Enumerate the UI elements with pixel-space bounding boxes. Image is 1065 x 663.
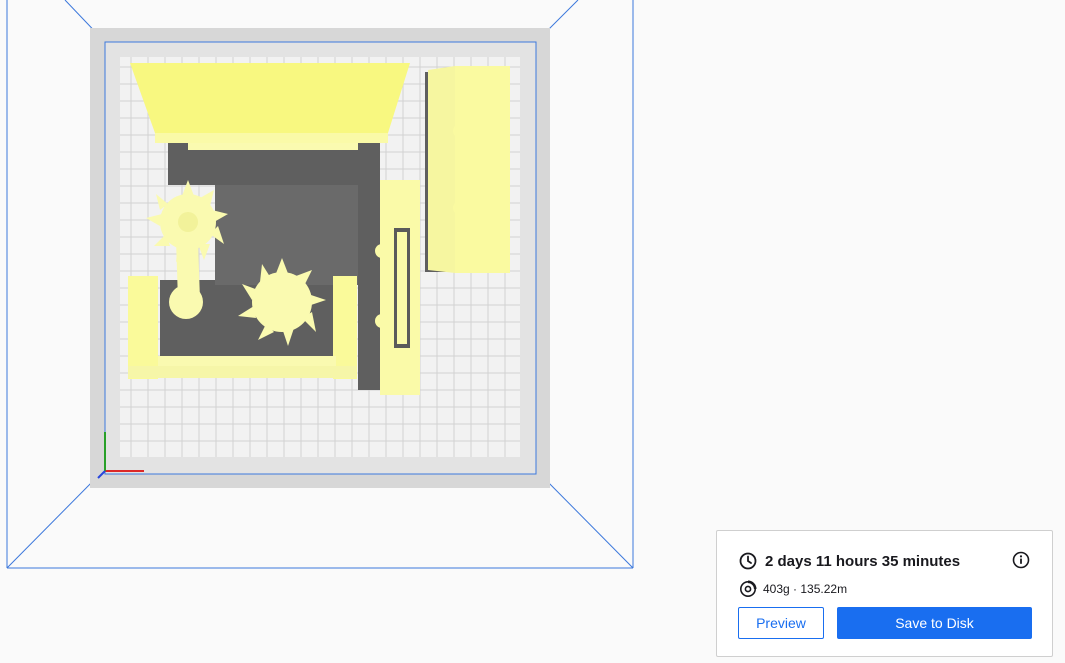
- model-right-slab[interactable]: [428, 66, 510, 273]
- info-icon[interactable]: [1012, 551, 1030, 569]
- material-usage-label: 403g · 135.22m: [763, 582, 848, 596]
- save-to-disk-button[interactable]: Save to Disk: [837, 607, 1032, 639]
- clock-icon: [739, 552, 757, 570]
- print-time-row: 2 days 11 hours 35 minutes: [739, 551, 960, 571]
- preview-button[interactable]: Preview: [738, 607, 824, 639]
- material-usage-row: 403g · 135.22m: [739, 579, 847, 599]
- model-trapezoid-top[interactable]: [130, 63, 410, 150]
- print-summary-panel: 2 days 11 hours 35 minutes 403g · 135.22…: [716, 530, 1053, 657]
- model-vertical-bar[interactable]: [375, 180, 420, 395]
- print-time-label: 2 days 11 hours 35 minutes: [765, 552, 961, 570]
- filament-spool-icon: [739, 580, 757, 598]
